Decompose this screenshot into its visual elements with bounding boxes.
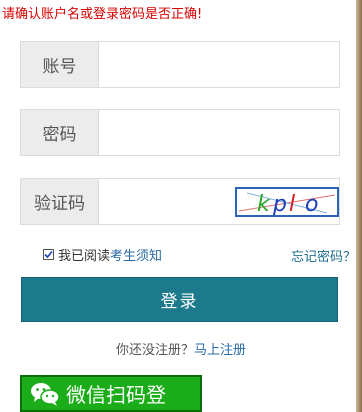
login-button[interactable]: 登录 xyxy=(21,277,338,322)
captcha-input[interactable] xyxy=(99,179,229,224)
password-label: 密码 xyxy=(21,110,99,155)
captcha-label: 验证码 xyxy=(21,179,99,224)
wechat-button-label: 微信扫码登 xyxy=(66,383,166,407)
svg-text:p: p xyxy=(272,192,287,215)
register-row: 你还没注册？马上注册 xyxy=(0,339,362,358)
account-field: 账号 xyxy=(20,41,340,88)
agree-text: 我已阅读 xyxy=(58,249,111,264)
check-icon xyxy=(44,250,53,259)
svg-text:l: l xyxy=(289,192,295,215)
password-input[interactable] xyxy=(99,110,339,155)
account-label: 账号 xyxy=(21,42,99,87)
svg-text:o: o xyxy=(305,192,318,215)
captcha-image[interactable]: k p l o xyxy=(235,187,339,217)
error-message: 请确认账户名或登录密码是否正确! xyxy=(2,7,203,22)
register-text: 你还没注册？ xyxy=(115,343,194,358)
forgot-password-link[interactable]: 忘记密码？ xyxy=(291,246,356,265)
captcha-field: 验证码 k p l o xyxy=(20,178,340,225)
agree-row: 我已阅读 考生须知 xyxy=(43,245,162,264)
register-link[interactable]: 马上注册 xyxy=(194,343,246,358)
wechat-icon xyxy=(30,381,60,407)
password-field: 密码 xyxy=(20,109,340,156)
wechat-login-button[interactable]: 微信扫码登 xyxy=(20,375,202,412)
account-input[interactable] xyxy=(99,42,339,87)
svg-text:k: k xyxy=(257,192,271,215)
exam-notice-link[interactable]: 考生须知 xyxy=(110,245,162,264)
agree-checkbox[interactable] xyxy=(43,249,54,260)
